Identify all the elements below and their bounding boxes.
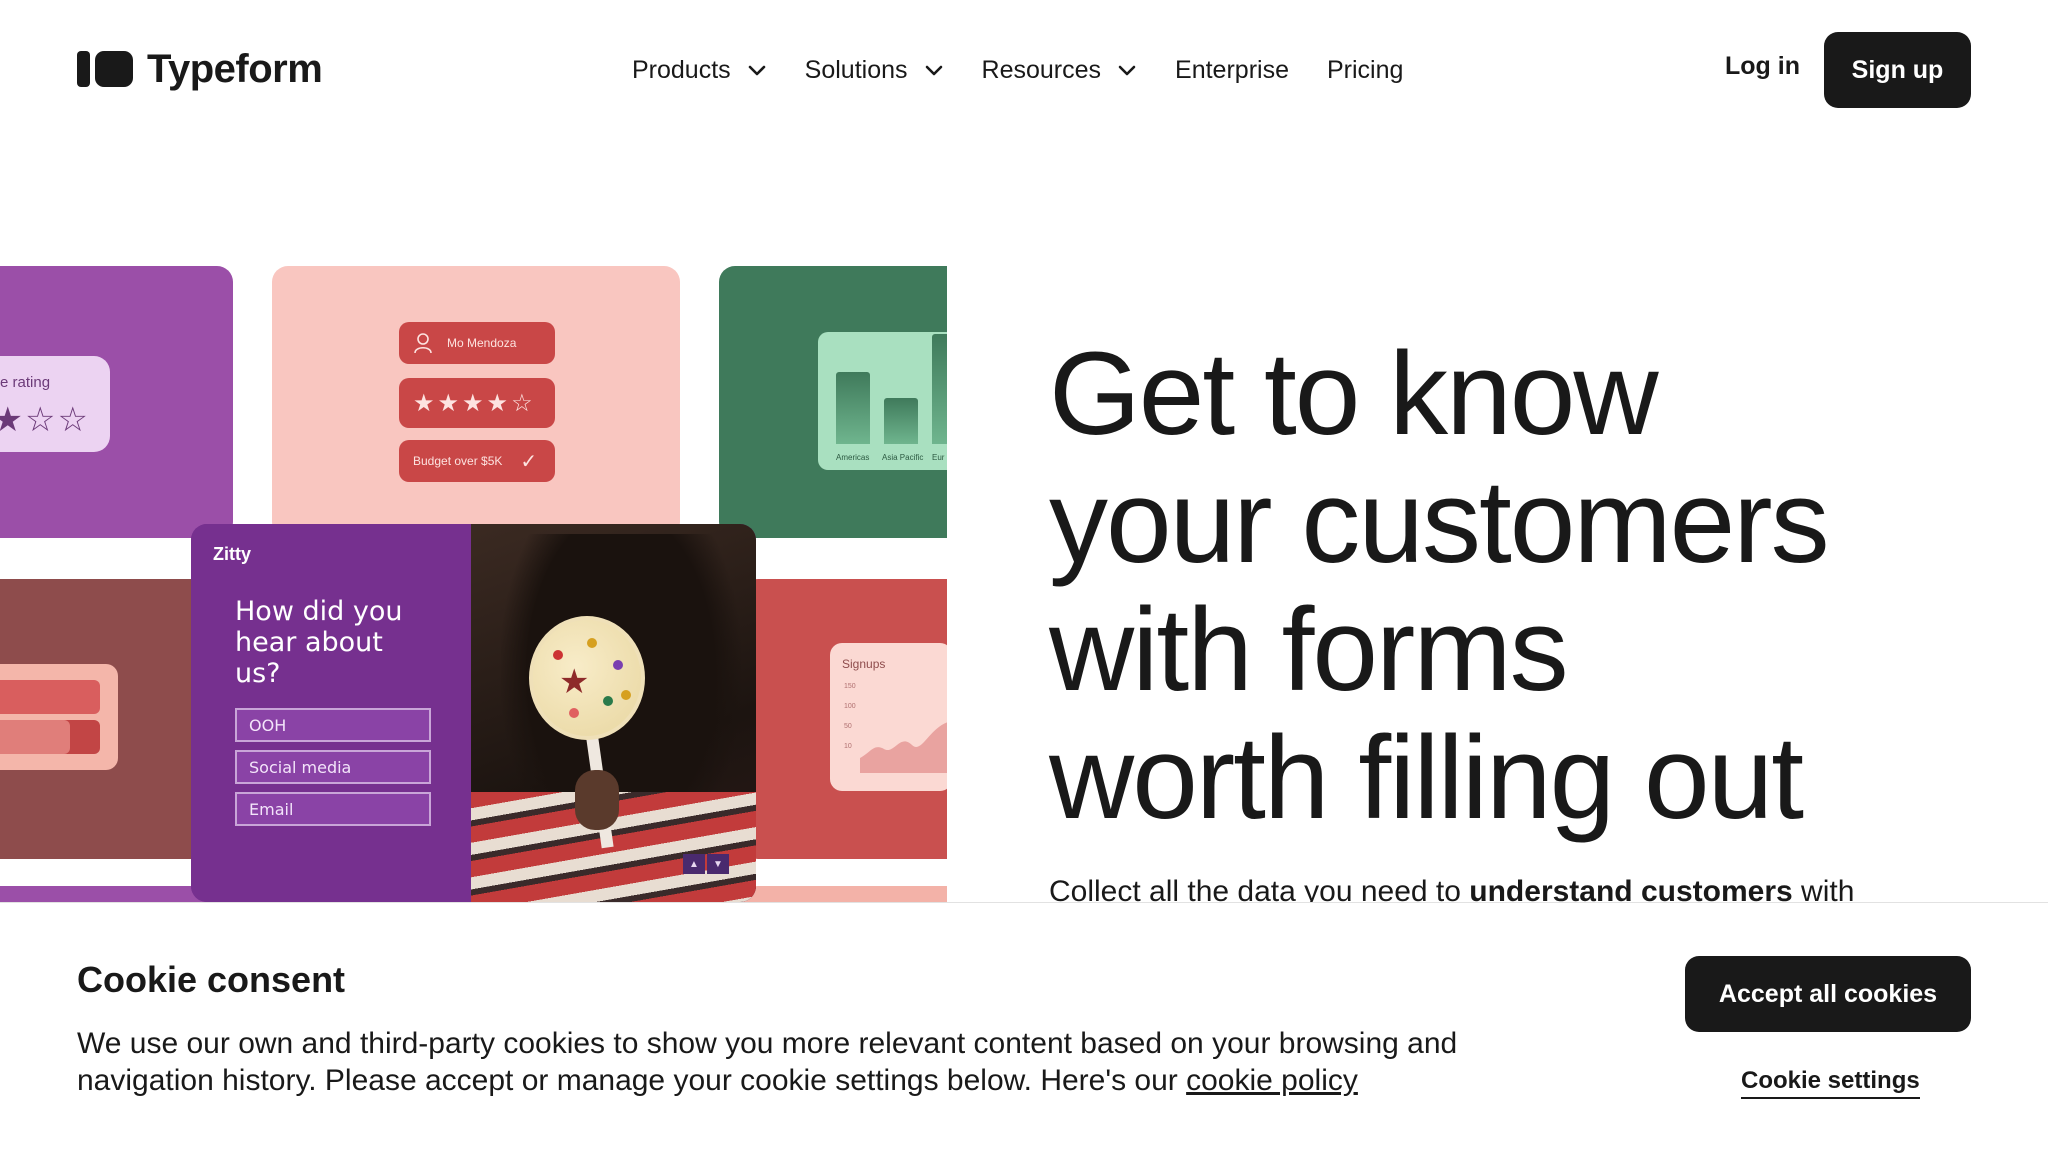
chart-bar (836, 372, 870, 444)
cookie-banner: Cookie consent We use our own and third-… (0, 902, 2048, 1152)
nav-item-label: Products (632, 55, 731, 84)
cookie-settings-button[interactable]: Cookie settings (1741, 1067, 1920, 1099)
form-preview: Zitty How did you hear about us? OOH Soc… (191, 524, 756, 902)
cookie-text: We use our own and third-party cookies t… (77, 1025, 1527, 1099)
chevron-down-icon (747, 63, 767, 77)
signups-tick: 100 (844, 703, 856, 710)
form-brand: Zitty (213, 544, 251, 564)
lollipop-image: ★ (529, 616, 645, 740)
form-nav-arrows: ▲ ▼ (683, 854, 729, 874)
signups-tick: 50 (844, 723, 852, 730)
budget-pill: Budget over $5K ✓ (399, 440, 555, 482)
chart-tile: Americas Asia Pacific Eur (719, 266, 947, 538)
chevron-down-icon: ▼ (707, 854, 729, 874)
headline-line: Get to know (1049, 328, 1659, 460)
chevron-up-icon: ▲ (683, 854, 705, 874)
profile-name: Mo Mendoza (447, 336, 517, 350)
progress-bars-card (0, 664, 118, 770)
cookie-policy-link[interactable]: cookie policy (1186, 1064, 1358, 1097)
person-icon (414, 333, 432, 354)
headline-line: with forms (1049, 584, 1569, 716)
headline-line: your customers (1049, 456, 1830, 588)
signups-area-chart (860, 722, 947, 773)
signup-button[interactable]: Sign up (1824, 32, 1971, 108)
signups-tile: Signups 150 100 50 10 (742, 579, 947, 859)
chevron-down-icon (1117, 63, 1137, 77)
form-option: OOH (235, 708, 431, 742)
nav-item-pricing[interactable]: Pricing (1327, 56, 1403, 85)
profile-tile: Mo Mendoza ★★★★☆ Budget over $5K ✓ (272, 266, 680, 538)
profile-pill: Mo Mendoza (399, 322, 555, 364)
headline-line: worth filling out (1049, 712, 1804, 844)
nav-item-solutions[interactable]: Solutions (805, 56, 944, 85)
star-rating-icons: ★★☆☆ (0, 401, 90, 439)
typeform-logo-icon (77, 51, 133, 87)
site-header: Typeform Products Solutions Resources En… (0, 0, 2048, 140)
budget-label: Budget over $5K (413, 454, 503, 468)
rating-tile: erage rating ★★☆☆ (0, 266, 233, 538)
main-nav: Products Solutions Resources Enterprise … (632, 50, 1441, 90)
signups-card: Signups 150 100 50 10 (830, 643, 947, 791)
nav-item-label: Pricing (1326, 55, 1404, 84)
form-option: Social media (235, 750, 431, 784)
typeform-logo[interactable]: Typeform (77, 44, 323, 94)
signups-tick: 150 (844, 683, 856, 690)
signups-label: Signups (842, 657, 886, 671)
form-photo: ★ ▲ ▼ (471, 524, 756, 902)
rating-card: erage rating ★★☆☆ (0, 356, 110, 452)
progress-bar-fill (0, 720, 70, 754)
region-bar-chart: Americas Asia Pacific Eur (818, 332, 947, 470)
cookie-title: Cookie consent (77, 959, 346, 1000)
nav-item-label: Solutions (804, 55, 908, 84)
check-icon: ✓ (520, 450, 538, 473)
form-question: How did you hear about us? (235, 596, 403, 689)
nav-item-label: Resources (981, 55, 1102, 84)
chart-label: Asia Pacific (882, 453, 924, 462)
form-panel: Zitty How did you hear about us? OOH Soc… (191, 524, 471, 902)
chevron-down-icon (924, 63, 944, 77)
chart-label: Americas (836, 453, 870, 462)
logo-text: Typeform (147, 46, 323, 91)
form-option: Email (235, 792, 431, 826)
rating-label: erage rating (0, 374, 51, 391)
nav-item-resources[interactable]: Resources (982, 56, 1138, 85)
tile-strip (742, 886, 947, 902)
hero-collage: erage rating ★★☆☆ Mo Mendoza ★★★★☆ Budge… (0, 266, 947, 902)
nav-item-products[interactable]: Products (632, 56, 767, 85)
chart-bar (884, 398, 918, 444)
progress-bar (0, 680, 100, 714)
stars-pill: ★★★★☆ (399, 378, 555, 428)
chart-bar (932, 334, 947, 444)
nav-item-label: Enterprise (1175, 55, 1289, 84)
nav-item-enterprise[interactable]: Enterprise (1175, 56, 1289, 85)
hero-headline: Get to know your customers with forms wo… (1049, 328, 1830, 844)
login-link[interactable]: Log in (1725, 52, 1800, 81)
chart-label: Eur (932, 453, 945, 462)
signups-tick: 10 (844, 743, 852, 750)
accept-all-cookies-button[interactable]: Accept all cookies (1685, 956, 1971, 1032)
